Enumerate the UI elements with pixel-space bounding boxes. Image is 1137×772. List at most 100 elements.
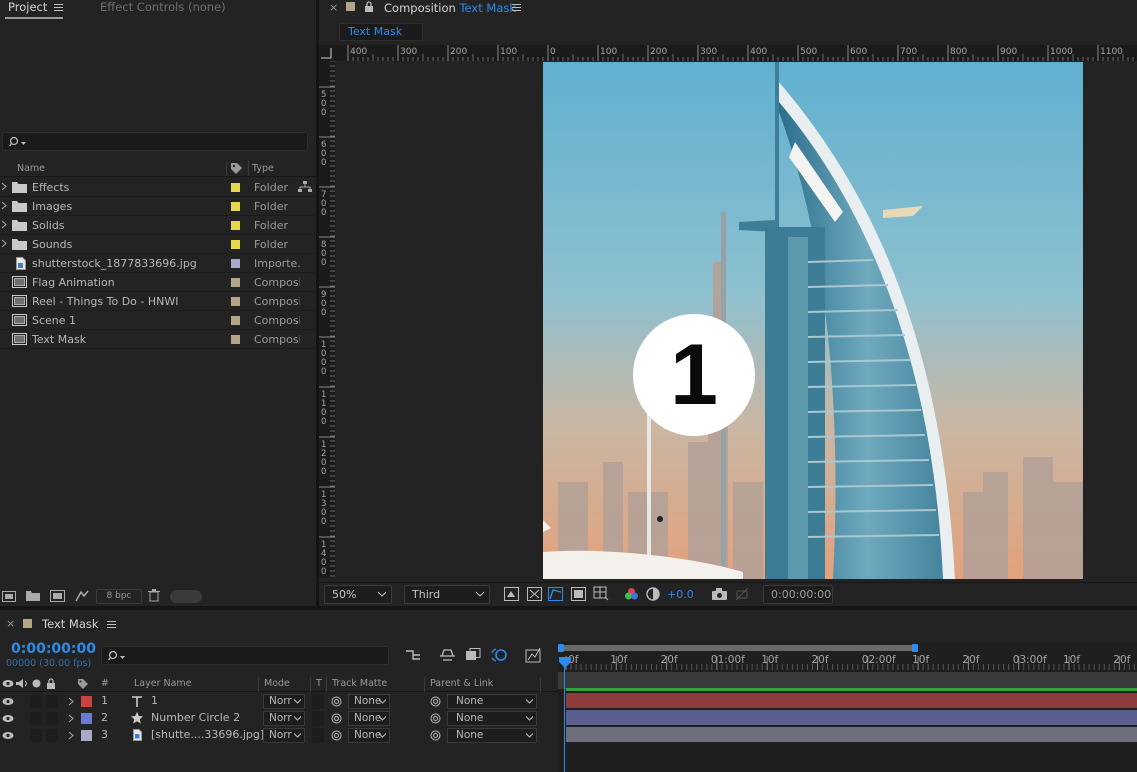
reset-exposure-icon[interactable] — [646, 587, 661, 601]
label-color-swatch[interactable] — [231, 240, 240, 249]
exposure-value[interactable]: +0.0 — [667, 588, 694, 601]
parent-dropdown[interactable]: None — [447, 711, 537, 726]
expand-arrow-icon[interactable] — [1, 239, 7, 248]
project-item[interactable]: shutterstock_1877833696.jpg Importe... — [0, 254, 316, 273]
flowchart-icon[interactable] — [298, 181, 312, 193]
composition-subtab[interactable]: Text Mask — [339, 23, 423, 41]
frame-blending-icon[interactable] — [465, 648, 481, 662]
comp-flowchart-icon[interactable] — [405, 648, 422, 662]
label-color-swatch[interactable] — [231, 297, 240, 306]
pick-whip-icon[interactable] — [430, 730, 441, 741]
layer-label-swatch[interactable] — [81, 696, 92, 707]
layer-row[interactable]: 1 1 Norr None None — [0, 693, 558, 710]
column-name[interactable]: Name — [17, 163, 45, 174]
grid-guides-icon[interactable] — [593, 586, 609, 601]
label-color-swatch[interactable] — [231, 221, 240, 230]
project-item[interactable]: Scene 1 Composi — [0, 311, 316, 330]
label-color-swatch[interactable] — [231, 278, 240, 287]
resolution-dropdown[interactable]: Third — [404, 585, 490, 604]
project-item[interactable]: Text Mask Composi — [0, 330, 316, 349]
magnification-dropdown[interactable]: 50% — [324, 585, 392, 604]
bit-depth-button[interactable]: 8 bpc — [96, 589, 142, 604]
preserve-transparency-switch[interactable] — [312, 711, 324, 726]
project-menu-icon[interactable] — [54, 4, 63, 11]
blend-mode-dropdown[interactable]: Norr — [263, 711, 305, 726]
lock-switch[interactable] — [46, 695, 58, 708]
label-color-swatch[interactable] — [231, 259, 240, 268]
tab-effect-controls[interactable]: Effect Controls (none) — [100, 0, 226, 18]
layer-name[interactable]: 1 — [151, 694, 158, 707]
video-visibility-icon[interactable] — [2, 679, 14, 688]
pick-whip-icon[interactable] — [430, 696, 441, 707]
transparency-grid-icon[interactable] — [527, 587, 542, 601]
timeline-menu-icon[interactable] — [107, 621, 116, 628]
pick-whip-icon[interactable] — [331, 730, 342, 741]
project-item[interactable]: Sounds Folder — [0, 235, 316, 254]
blend-mode-dropdown[interactable]: Norr — [263, 728, 305, 743]
show-snapshot-icon[interactable] — [735, 587, 749, 601]
label-color-swatch[interactable] — [231, 183, 240, 192]
layer-duration-bar[interactable] — [566, 693, 1137, 709]
tab-project[interactable]: Project — [8, 0, 47, 18]
layer-duration-bar[interactable] — [566, 710, 1137, 726]
layer-name[interactable]: [shutte....33696.jpg] — [151, 728, 264, 741]
lock-switch[interactable] — [46, 712, 58, 725]
thumbnail-size-slider[interactable] — [170, 590, 202, 603]
layer-name[interactable]: Number Circle 2 — [151, 711, 240, 724]
layer-row[interactable]: 3 [shutte....33696.jpg] Norr None None — [0, 727, 558, 744]
pick-whip-icon[interactable] — [430, 713, 441, 724]
label-color-swatch[interactable] — [231, 316, 240, 325]
lock-icon[interactable] — [364, 1, 374, 13]
video-visibility-icon[interactable] — [2, 731, 14, 740]
project-search-input[interactable] — [2, 132, 308, 151]
project-item[interactable]: Reel - Things To Do - HNWI Composi — [0, 292, 316, 311]
trash-icon[interactable] — [148, 589, 160, 602]
project-item[interactable]: Effects Folder — [0, 178, 316, 197]
timeline-close-icon[interactable]: × — [6, 617, 15, 630]
layer-label-swatch[interactable] — [81, 730, 92, 741]
label-tag-icon[interactable] — [230, 162, 243, 175]
solo-switch[interactable] — [30, 695, 42, 708]
expand-arrow-icon[interactable] — [1, 220, 7, 229]
expand-arrow-icon[interactable] — [1, 201, 7, 210]
expand-arrow-icon[interactable] — [68, 697, 74, 706]
layer-duration-bar[interactable] — [566, 727, 1137, 743]
solo-icon[interactable] — [32, 679, 41, 688]
playhead-handle[interactable] — [558, 657, 572, 669]
expand-arrow-icon[interactable] — [1, 182, 7, 191]
layer-row[interactable]: 2 Number Circle 2 Norr None None — [0, 710, 558, 727]
project-item[interactable]: Flag Animation Composi — [0, 273, 316, 292]
video-visibility-icon[interactable] — [2, 714, 14, 723]
interpret-footage-icon[interactable] — [2, 591, 16, 602]
motion-blur-icon[interactable] — [491, 647, 508, 663]
blend-mode-dropdown[interactable]: Norr — [263, 694, 305, 709]
work-area-end-handle[interactable] — [912, 644, 918, 652]
timeline-tab[interactable]: Text Mask — [42, 617, 99, 631]
track-matte-dropdown[interactable]: None — [348, 694, 390, 709]
mask-visibility-icon[interactable] — [548, 587, 563, 601]
current-time-display[interactable]: 0:00:00:00 — [763, 585, 833, 604]
region-of-interest-icon[interactable] — [571, 587, 586, 601]
lock-icon[interactable] — [46, 678, 56, 689]
snapshot-camera-icon[interactable] — [712, 588, 727, 600]
work-area-start-handle[interactable] — [558, 644, 564, 652]
parent-dropdown[interactable]: None — [447, 728, 537, 743]
track-matte-dropdown[interactable]: None — [348, 728, 390, 743]
time-ruler[interactable] — [558, 652, 1137, 670]
expand-arrow-icon[interactable] — [68, 731, 74, 740]
pick-whip-icon[interactable] — [331, 713, 342, 724]
track-matte-dropdown[interactable]: None — [348, 711, 390, 726]
column-layer-name[interactable]: Layer Name — [134, 678, 192, 689]
graph-editor-icon[interactable] — [525, 647, 542, 663]
video-visibility-icon[interactable] — [2, 697, 14, 706]
solo-switch[interactable] — [30, 712, 42, 725]
lock-switch[interactable] — [46, 729, 58, 742]
new-composition-icon[interactable] — [50, 590, 65, 602]
composition-frame[interactable]: 1 — [543, 62, 1083, 579]
solo-switch[interactable] — [30, 729, 42, 742]
audio-icon[interactable] — [16, 678, 28, 689]
render-queue-icon[interactable] — [75, 590, 89, 602]
project-item[interactable]: Images Folder — [0, 197, 316, 216]
preserve-transparency-switch[interactable] — [312, 728, 324, 743]
timeline-search-input[interactable] — [101, 646, 389, 665]
